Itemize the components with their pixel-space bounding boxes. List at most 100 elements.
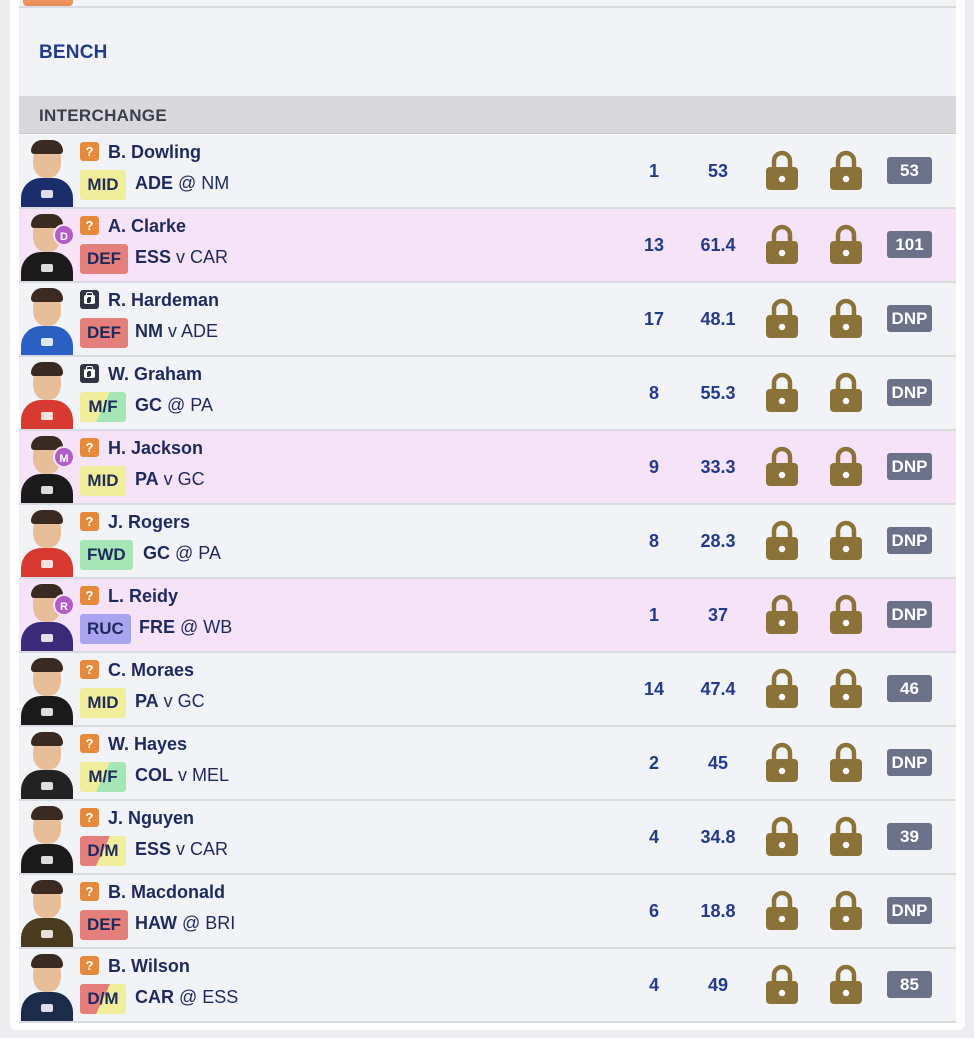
player-row[interactable]: ? B. Macdonald DEF HAW @ BRI 6 18.8 DNP: [19, 875, 956, 949]
player-row[interactable]: ? C. Moraes MID PA v GC 14 47.4 46: [19, 653, 956, 727]
player-row[interactable]: ? J. Nguyen D/M ESS v CAR 4 34.8 39: [19, 801, 956, 875]
fixture: HAW @ BRI: [135, 913, 235, 934]
player-avatar[interactable]: [21, 732, 73, 799]
lock-icon[interactable]: [765, 815, 799, 857]
lock-icon[interactable]: [765, 963, 799, 1005]
position-badge: M/F: [80, 392, 126, 422]
lock-icon[interactable]: [765, 223, 799, 265]
team-code: GC: [135, 395, 162, 415]
lock-icon[interactable]: [829, 519, 863, 561]
questionable-icon[interactable]: ?: [80, 586, 99, 605]
lock-icon[interactable]: [829, 149, 863, 191]
player-name[interactable]: H. Jackson: [108, 438, 203, 459]
player-name[interactable]: J. Nguyen: [108, 808, 194, 829]
player-row[interactable]: ? J. Rogers FWD GC @ PA 8 28.3 DNP: [19, 505, 956, 579]
team-code: ESS: [135, 839, 172, 859]
questionable-icon[interactable]: ?: [80, 882, 99, 901]
lock-icon[interactable]: [829, 297, 863, 339]
questionable-icon[interactable]: ?: [80, 142, 99, 161]
opponent: v GC: [158, 469, 205, 489]
stat-games: 1: [648, 605, 659, 625]
lock-icon[interactable]: [829, 593, 863, 635]
player-name[interactable]: C. Moraes: [108, 660, 194, 681]
lock-icon[interactable]: [765, 149, 799, 191]
player-avatar[interactable]: [21, 362, 73, 429]
position-badge: MID: [80, 466, 126, 496]
player-avatar[interactable]: [21, 288, 73, 355]
stat-average: 48.1: [700, 309, 736, 329]
score-badge: DNP: [887, 305, 932, 332]
fixture: ADE @ NM: [135, 173, 229, 194]
jersey-emblem: [41, 338, 53, 346]
player-row[interactable]: R. Hardeman DEF NM v ADE 17 48.1 DNP: [19, 283, 956, 357]
team-code: CAR: [135, 987, 174, 1007]
questionable-icon[interactable]: ?: [80, 660, 99, 679]
player-name[interactable]: W. Hayes: [108, 734, 187, 755]
player-avatar[interactable]: [21, 658, 73, 725]
lock-icon[interactable]: [829, 741, 863, 783]
interchange-title: INTERCHANGE: [39, 106, 167, 125]
lock-icon[interactable]: [765, 741, 799, 783]
lock-icon[interactable]: [829, 815, 863, 857]
player-avatar[interactable]: [21, 510, 73, 577]
lock-icon[interactable]: [765, 593, 799, 635]
fixture: GC @ PA: [143, 543, 221, 564]
team-code: FRE: [139, 617, 175, 637]
score-badge: 101: [887, 231, 932, 258]
lock-icon[interactable]: [765, 445, 799, 487]
stat-games: 2: [648, 753, 659, 773]
questionable-icon[interactable]: ?: [80, 956, 99, 975]
player-avatar[interactable]: [21, 954, 73, 1021]
player-row[interactable]: ? W. Hayes M/F COL v MEL 2 45 DNP: [19, 727, 956, 801]
player-name[interactable]: J. Rogers: [108, 512, 190, 533]
questionable-icon[interactable]: ?: [80, 808, 99, 827]
player-list: ? B. Dowling MID ADE @ NM 1 53 53 D? A. Clarke DE…: [19, 135, 956, 1023]
score-badge: 53: [887, 157, 932, 184]
opponent: @ PA: [170, 543, 221, 563]
stat-average: 45: [707, 753, 729, 773]
score-badge: DNP: [887, 601, 932, 628]
jersey-emblem: [41, 708, 53, 716]
lock-icon[interactable]: [829, 445, 863, 487]
lock-icon[interactable]: [829, 889, 863, 931]
fixture: ESS v CAR: [135, 839, 228, 860]
lock-icon[interactable]: [765, 667, 799, 709]
stat-average: 53: [707, 161, 729, 181]
player-row[interactable]: ? B. Wilson D/M CAR @ ESS 4 49 85: [19, 949, 956, 1023]
injury-icon[interactable]: [80, 290, 99, 309]
player-row[interactable]: M? H. Jackson MID PA v GC 9 33.3 DNP: [19, 431, 956, 505]
questionable-icon[interactable]: ?: [80, 512, 99, 531]
previous-player-row: [19, 0, 956, 8]
lock-icon[interactable]: [829, 963, 863, 1005]
player-name[interactable]: L. Reidy: [108, 586, 178, 607]
player-avatar[interactable]: [21, 806, 73, 873]
questionable-icon[interactable]: ?: [80, 734, 99, 753]
lock-icon[interactable]: [765, 519, 799, 561]
lock-icon[interactable]: [829, 667, 863, 709]
score-badge: DNP: [887, 897, 932, 924]
questionable-icon[interactable]: ?: [80, 438, 99, 457]
questionable-icon[interactable]: ?: [80, 216, 99, 235]
team-code: COL: [135, 765, 173, 785]
lock-icon[interactable]: [829, 223, 863, 265]
player-hair: [31, 658, 63, 672]
player-name[interactable]: R. Hardeman: [108, 290, 219, 311]
player-name[interactable]: A. Clarke: [108, 216, 186, 237]
player-avatar[interactable]: [21, 880, 73, 947]
player-name[interactable]: B. Wilson: [108, 956, 190, 977]
injury-icon[interactable]: [80, 364, 99, 383]
player-name[interactable]: W. Graham: [108, 364, 202, 385]
lock-icon[interactable]: [765, 371, 799, 413]
lock-icon[interactable]: [829, 371, 863, 413]
lock-icon[interactable]: [765, 889, 799, 931]
player-name[interactable]: B. Macdonald: [108, 882, 225, 903]
player-row[interactable]: W. Graham M/F GC @ PA 8 55.3 DNP: [19, 357, 956, 431]
fixture: PA v GC: [135, 691, 205, 712]
player-name[interactable]: B. Dowling: [108, 142, 201, 163]
player-row[interactable]: ? B. Dowling MID ADE @ NM 1 53 53: [19, 135, 956, 209]
lock-icon[interactable]: [765, 297, 799, 339]
player-row[interactable]: D? A. Clarke DEF ESS v CAR 13 61.4 101: [19, 209, 956, 283]
player-row[interactable]: R? L. Reidy RUC FRE @ WB 1 37 DNP: [19, 579, 956, 653]
stat-average: 47.4: [700, 679, 736, 699]
player-avatar[interactable]: [21, 140, 73, 207]
